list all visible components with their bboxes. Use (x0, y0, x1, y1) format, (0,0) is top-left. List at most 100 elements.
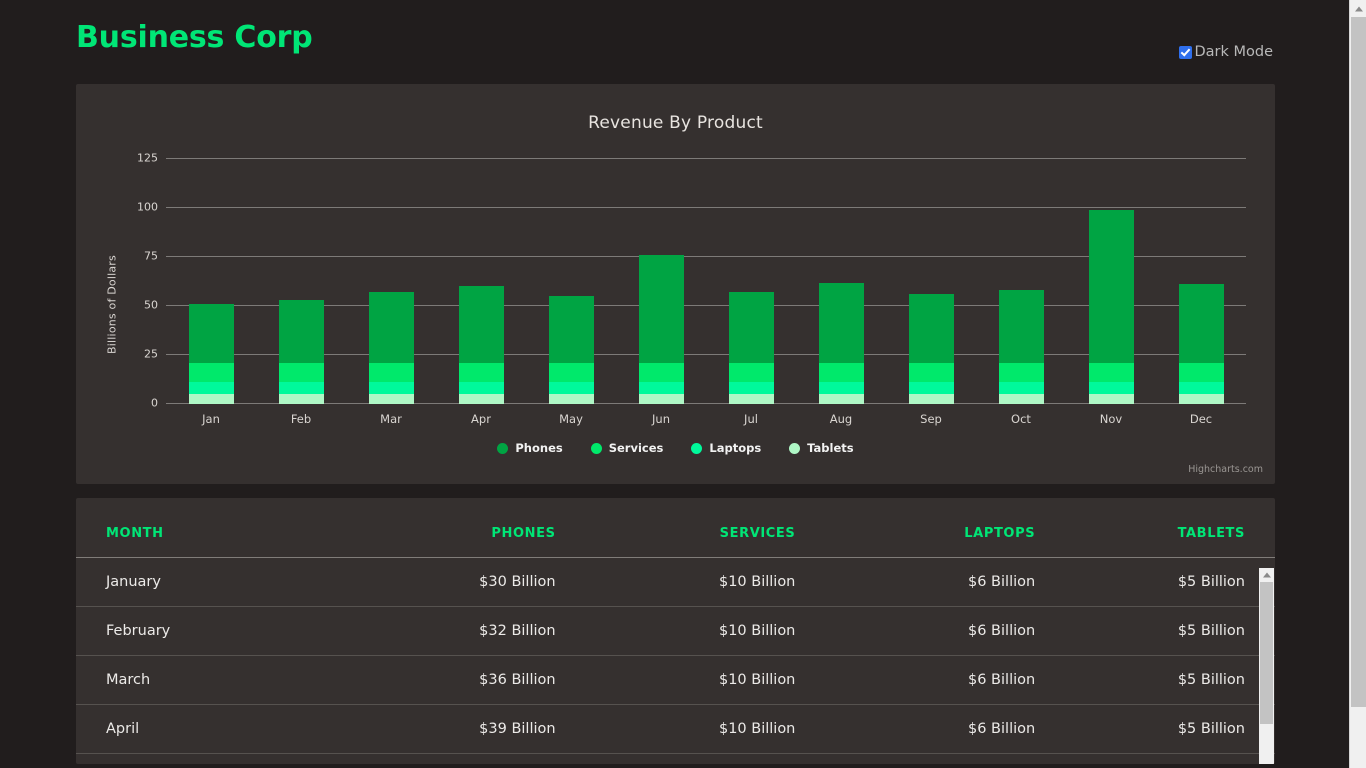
bar-stack[interactable] (1088, 209, 1134, 404)
bar-segment-services[interactable] (818, 362, 864, 383)
bar-segment-laptops[interactable] (1178, 382, 1224, 395)
bar-segment-tablets[interactable] (458, 394, 504, 404)
table-cell: February (76, 606, 316, 656)
table-cell: March (76, 655, 316, 705)
table-cell: $36 Billion (315, 655, 556, 705)
table-scrollbar[interactable] (1259, 568, 1274, 764)
bar-segment-laptops[interactable] (998, 382, 1044, 395)
bar-segment-services[interactable] (188, 362, 234, 383)
bar-segment-services[interactable] (638, 362, 684, 383)
bar-stack[interactable] (458, 286, 504, 404)
table-cell: $5 Billion (1035, 606, 1275, 656)
bar-stack[interactable] (1178, 284, 1224, 404)
x-axis-tick: Jul (744, 412, 758, 426)
bar-column[interactable] (526, 159, 616, 404)
bar-column[interactable] (346, 159, 436, 404)
bar-column[interactable] (1156, 159, 1246, 404)
bar-segment-phones[interactable] (188, 304, 234, 363)
bar-segment-tablets[interactable] (278, 394, 324, 404)
bar-column[interactable] (1066, 159, 1156, 404)
bar-segment-tablets[interactable] (638, 394, 684, 404)
bar-stack[interactable] (548, 296, 594, 404)
bar-stack[interactable] (908, 294, 954, 404)
page-content: Business Corp Dark Mode Revenue By Produ… (0, 0, 1349, 768)
bar-segment-phones[interactable] (278, 300, 324, 363)
bar-segment-laptops[interactable] (908, 382, 954, 395)
bar-segment-tablets[interactable] (908, 394, 954, 404)
scroll-up-arrow-icon[interactable] (1259, 568, 1274, 582)
bar-segment-phones[interactable] (368, 292, 414, 363)
bar-stack[interactable] (278, 300, 324, 404)
bar-stack[interactable] (368, 292, 414, 404)
bar-stack[interactable] (638, 255, 684, 404)
bar-stack[interactable] (818, 282, 864, 404)
table-cell: $6 Billion (795, 704, 1036, 754)
x-axis-tick: Nov (1099, 412, 1123, 426)
bar-segment-laptops[interactable] (188, 382, 234, 395)
bar-segment-tablets[interactable] (818, 394, 864, 404)
legend-item-services[interactable]: Services (590, 441, 664, 455)
bar-segment-phones[interactable] (1088, 209, 1134, 363)
bar-segment-laptops[interactable] (548, 382, 594, 395)
bar-segment-laptops[interactable] (638, 382, 684, 395)
legend-label: Services (608, 441, 664, 455)
bar-segment-laptops[interactable] (368, 382, 414, 395)
dark-mode-toggle[interactable]: Dark Mode (1179, 44, 1273, 60)
bar-segment-phones[interactable] (818, 282, 864, 363)
table-header-services: SERVICES (555, 498, 796, 558)
bar-segment-services[interactable] (368, 362, 414, 383)
bar-segment-services[interactable] (728, 362, 774, 383)
legend-swatch-icon (789, 442, 801, 454)
bar-segment-services[interactable] (998, 362, 1044, 383)
bar-segment-laptops[interactable] (728, 382, 774, 395)
bar-segment-services[interactable] (908, 362, 954, 383)
bar-segment-laptops[interactable] (458, 382, 504, 395)
bar-segment-tablets[interactable] (1178, 394, 1224, 404)
checkbox-icon[interactable] (1179, 45, 1193, 59)
bar-segment-laptops[interactable] (1088, 382, 1134, 395)
bar-segment-services[interactable] (1178, 362, 1224, 383)
bar-segment-services[interactable] (278, 362, 324, 383)
table-cell: $39 Billion (315, 704, 556, 754)
legend-item-tablets[interactable]: Tablets (789, 441, 854, 455)
bar-segment-laptops[interactable] (278, 382, 324, 395)
bar-segment-tablets[interactable] (1088, 394, 1134, 404)
bar-segment-tablets[interactable] (188, 394, 234, 404)
bar-column[interactable] (886, 159, 976, 404)
legend-item-laptops[interactable]: Laptops (691, 441, 761, 455)
bar-column[interactable] (796, 159, 886, 404)
bar-segment-phones[interactable] (548, 296, 594, 363)
bar-segment-tablets[interactable] (998, 394, 1044, 404)
x-axis-tick: Apr (471, 412, 491, 426)
bar-segment-tablets[interactable] (368, 394, 414, 404)
table-scrollbar-thumb[interactable] (1260, 582, 1273, 724)
bar-column[interactable] (166, 159, 256, 404)
bar-segment-phones[interactable] (1178, 284, 1224, 363)
legend-swatch-icon (497, 442, 509, 454)
bar-segment-tablets[interactable] (548, 394, 594, 404)
bar-segment-services[interactable] (548, 362, 594, 383)
bar-segment-phones[interactable] (728, 292, 774, 363)
bar-segment-phones[interactable] (638, 255, 684, 363)
bar-column[interactable] (976, 159, 1066, 404)
legend-item-phones[interactable]: Phones (497, 441, 563, 455)
bar-segment-phones[interactable] (458, 286, 504, 363)
bar-segment-phones[interactable] (998, 290, 1044, 363)
bar-stack[interactable] (188, 304, 234, 404)
table-cell: $6 Billion (795, 606, 1036, 656)
highcharts-credit[interactable]: Highcharts.com (1188, 464, 1263, 475)
bar-column[interactable] (616, 159, 706, 404)
bar-segment-tablets[interactable] (728, 394, 774, 404)
window-scroll-up-arrow-icon[interactable] (1350, 0, 1366, 17)
bar-stack[interactable] (998, 290, 1044, 404)
bar-segment-laptops[interactable] (818, 382, 864, 395)
bar-segment-services[interactable] (458, 362, 504, 383)
window-scrollbar[interactable] (1349, 0, 1366, 768)
bar-stack[interactable] (728, 292, 774, 404)
bar-segment-services[interactable] (1088, 362, 1134, 383)
bar-column[interactable] (436, 159, 526, 404)
bar-segment-phones[interactable] (908, 294, 954, 363)
bar-column[interactable] (256, 159, 346, 404)
window-scrollbar-thumb[interactable] (1351, 17, 1366, 707)
bar-column[interactable] (706, 159, 796, 404)
